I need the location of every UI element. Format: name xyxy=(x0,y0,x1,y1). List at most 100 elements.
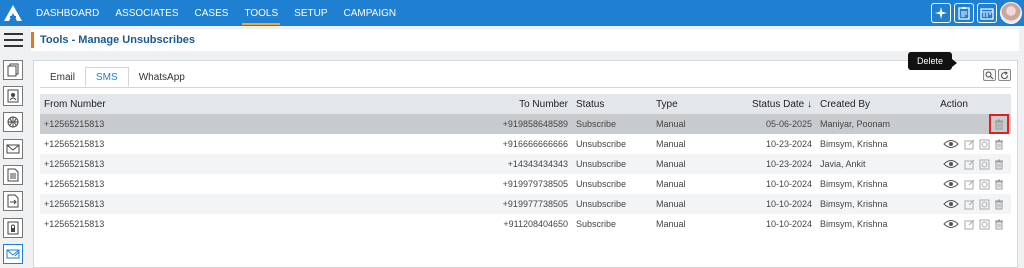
page-title: Tools - Manage Unsubscribes xyxy=(40,34,196,46)
cell-to-number: +14343434343 xyxy=(507,159,568,169)
delete-trash-icon[interactable] xyxy=(993,178,1005,190)
page-header: Tools - Manage Unsubscribes xyxy=(31,29,1019,51)
cell-status: Unsubscribe xyxy=(576,199,627,209)
cell-to-number: +916666666666 xyxy=(502,139,568,149)
user-avatar[interactable] xyxy=(1000,2,1022,24)
cell-actions xyxy=(897,194,1011,214)
nav-campaign[interactable]: CAMPAIGN xyxy=(336,0,405,26)
history-icon[interactable] xyxy=(978,218,990,230)
cell-created-by: Bimsym, Krishna xyxy=(820,179,888,189)
unsubscribes-table: From Number To Number Status Type Status… xyxy=(40,94,1011,234)
table-row[interactable]: +12565215813 +911208404650 Subscribe Manual… xyxy=(40,214,1011,234)
document-list-icon[interactable] xyxy=(3,165,23,185)
app-logo[interactable] xyxy=(0,0,26,26)
cell-created-by: Bimsym, Krishna xyxy=(820,199,888,209)
delete-tooltip: Delete xyxy=(908,52,958,70)
cell-to-number: +919979738505 xyxy=(502,179,568,189)
tab-email[interactable]: Email xyxy=(40,68,85,87)
cell-type: Manual xyxy=(656,199,686,209)
delete-trash-icon[interactable] xyxy=(989,114,1009,134)
col-type[interactable]: Type xyxy=(652,94,732,114)
edit-icon[interactable] xyxy=(963,198,975,210)
mail-unsubscribe-icon[interactable] xyxy=(3,244,23,264)
calendar-icon[interactable] xyxy=(977,3,997,23)
cell-actions xyxy=(897,214,1011,234)
delete-trash-icon[interactable] xyxy=(993,138,1005,150)
history-icon[interactable] xyxy=(978,178,990,190)
lock-document-icon[interactable] xyxy=(3,218,23,238)
cell-from-number: +12565215813 xyxy=(44,179,105,189)
view-eye-icon[interactable] xyxy=(942,158,960,170)
table-row[interactable]: +12565215813 +919977738505 Unsubscribe Manu… xyxy=(40,194,1011,214)
cell-from-number: +12565215813 xyxy=(44,139,105,149)
cell-actions xyxy=(897,174,1011,194)
content-panel: Email SMS WhatsApp From Number To Number… xyxy=(33,60,1018,268)
nav-setup[interactable]: SETUP xyxy=(286,0,335,26)
view-eye-icon[interactable] xyxy=(942,178,960,190)
history-icon[interactable] xyxy=(978,138,990,150)
view-eye-icon[interactable] xyxy=(942,198,960,210)
cell-status-date: 10-23-2024 xyxy=(765,139,812,149)
cell-from-number: +12565215813 xyxy=(44,219,105,229)
col-created-by[interactable]: Created By xyxy=(816,94,897,114)
refresh-icon[interactable] xyxy=(998,69,1011,81)
cell-type: Manual xyxy=(656,219,686,229)
cell-to-number: +911208404650 xyxy=(503,219,568,229)
title-accent xyxy=(31,32,34,48)
search-icon[interactable] xyxy=(983,69,996,81)
table-header-row: From Number To Number Status Type Status… xyxy=(40,94,1011,114)
cell-created-by: Maniyar, Poonam xyxy=(820,119,891,129)
col-status[interactable]: Status xyxy=(572,94,652,114)
cell-status-date: 10-10-2024 xyxy=(765,179,812,189)
table-row[interactable]: +12565215813 +919858648589 Subscribe Manual… xyxy=(40,114,1011,134)
col-action: Action xyxy=(940,98,968,110)
tab-whatsapp[interactable]: WhatsApp xyxy=(129,68,195,87)
edit-icon[interactable] xyxy=(963,158,975,170)
cell-status: Unsubscribe xyxy=(576,179,627,189)
history-icon[interactable] xyxy=(978,158,990,170)
cell-status-date: 10-10-2024 xyxy=(765,219,812,229)
cell-type: Manual xyxy=(656,179,686,189)
clipboard-icon[interactable] xyxy=(954,3,974,23)
edit-icon[interactable] xyxy=(963,178,975,190)
edit-icon[interactable] xyxy=(963,138,975,150)
cell-type: Manual xyxy=(656,159,686,169)
edit-icon[interactable] xyxy=(963,218,975,230)
tab-divider xyxy=(40,87,1011,88)
cell-status-date: 05-06-2025 xyxy=(765,119,812,129)
left-sidebar xyxy=(0,26,26,268)
col-status-date[interactable]: Status Date ↓ xyxy=(732,94,816,114)
tab-sms[interactable]: SMS xyxy=(85,67,129,87)
table-row[interactable]: +12565215813 +14343434343 Unsubscribe Manua… xyxy=(40,154,1011,174)
cell-to-number: +919977738505 xyxy=(502,199,568,209)
cell-actions xyxy=(897,134,1011,154)
copy-document-icon[interactable] xyxy=(3,60,23,80)
view-eye-icon[interactable] xyxy=(942,218,960,230)
document-export-icon[interactable] xyxy=(3,191,23,211)
col-from-number[interactable]: From Number xyxy=(40,94,413,114)
nav-cases[interactable]: CASES xyxy=(187,0,237,26)
nav-tools[interactable]: TOOLS xyxy=(236,0,286,26)
mail-icon[interactable] xyxy=(3,139,23,159)
cell-status-date: 10-10-2024 xyxy=(765,199,812,209)
nav-dashboard[interactable]: DASHBOARD xyxy=(28,0,107,26)
cell-status: Subscribe xyxy=(576,119,617,129)
sparkle-icon[interactable] xyxy=(931,3,951,23)
cell-type: Manual xyxy=(656,119,686,129)
delete-trash-icon[interactable] xyxy=(993,198,1005,210)
channel-tabs: Email SMS WhatsApp xyxy=(40,67,195,87)
col-to-number[interactable]: To Number xyxy=(413,94,572,114)
nav-associates[interactable]: ASSOCIATES xyxy=(107,0,186,26)
globe-icon[interactable] xyxy=(3,112,23,132)
cell-from-number: +12565215813 xyxy=(44,119,105,129)
history-icon[interactable] xyxy=(978,198,990,210)
menu-icon[interactable] xyxy=(4,33,23,47)
contact-book-icon[interactable] xyxy=(3,86,23,106)
delete-trash-icon[interactable] xyxy=(993,218,1005,230)
cell-from-number: +12565215813 xyxy=(44,199,105,209)
table-row[interactable]: +12565215813 +916666666666 Unsubscribe Manu… xyxy=(40,134,1011,154)
table-row[interactable]: +12565215813 +919979738505 Unsubscribe Manu… xyxy=(40,174,1011,194)
view-eye-icon[interactable] xyxy=(942,138,960,150)
cell-to-number: +919858648589 xyxy=(502,119,568,129)
delete-trash-icon[interactable] xyxy=(993,158,1005,170)
